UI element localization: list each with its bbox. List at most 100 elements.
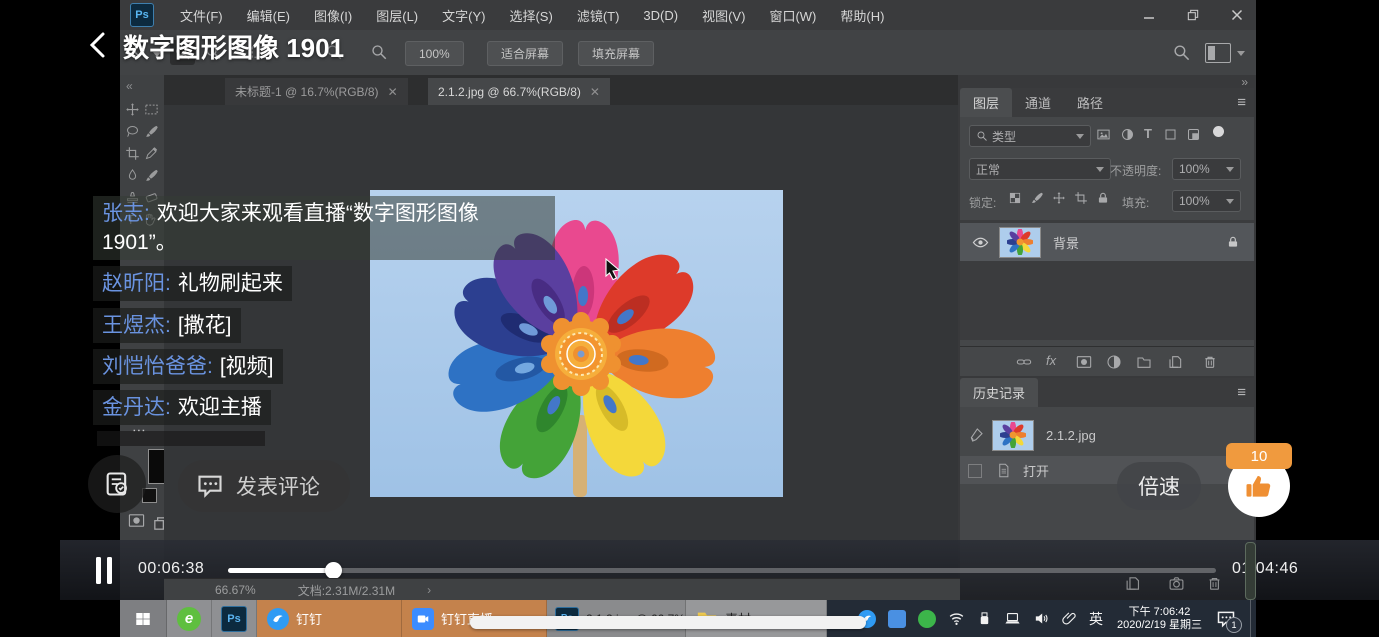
menu-type[interactable]: 文字(Y) [430, 6, 497, 25]
workspace-switcher-icon[interactable] [1205, 43, 1231, 63]
history-snapshot-row[interactable]: 2.1.2.jpg [960, 416, 1254, 454]
blend-mode-dropdown[interactable]: 正常 [969, 158, 1111, 180]
expand-panels-icon[interactable]: » [1241, 75, 1248, 89]
quick-select-tool-icon[interactable] [144, 124, 159, 139]
start-button[interactable] [120, 600, 167, 637]
move-tool-icon[interactable] [125, 102, 140, 117]
quick-mask-icon[interactable] [128, 512, 145, 529]
seek-pill-overlay[interactable] [470, 616, 866, 629]
lock-transparency-icon[interactable] [1008, 191, 1022, 205]
close-button[interactable] [1216, 0, 1258, 29]
back-button[interactable] [86, 31, 110, 59]
chat-username[interactable]: 刘恺怡爸爸: [102, 355, 213, 378]
pause-button[interactable] [94, 557, 114, 584]
heal-tool-icon[interactable] [125, 168, 140, 183]
filter-shape-layers-icon[interactable] [1163, 127, 1178, 142]
speed-button[interactable]: 倍速 [1117, 462, 1201, 510]
workspace-caret-icon[interactable] [1237, 51, 1245, 56]
status-zoom-level[interactable]: 66.67% [215, 583, 256, 597]
status-expand-icon[interactable]: › [427, 583, 431, 597]
computer-icon[interactable] [1004, 610, 1021, 627]
chat-username[interactable]: 赵昕阳: [102, 272, 171, 295]
menu-edit[interactable]: 编辑(E) [235, 6, 302, 25]
chat-username[interactable]: 王煜杰: [102, 314, 171, 337]
menu-filter[interactable]: 滤镜(T) [565, 6, 632, 25]
input-language-indicator[interactable]: 英 [1089, 609, 1103, 629]
lock-position-icon[interactable] [1052, 191, 1066, 205]
history-snapshot-thumbnail[interactable] [992, 420, 1034, 451]
tab-212jpg[interactable]: 2.1.2.jpg @ 66.7%(RGB/8) ✕ [428, 78, 610, 105]
filter-pixel-layers-icon[interactable] [1096, 127, 1111, 142]
menu-help[interactable]: 帮助(H) [828, 6, 896, 25]
menu-view[interactable]: 视图(V) [690, 6, 757, 25]
link-icon[interactable] [1062, 611, 1077, 626]
menu-3d[interactable]: 3D(D) [631, 8, 690, 23]
new-doc-from-state-icon[interactable] [1125, 575, 1142, 592]
menu-window[interactable]: 窗口(W) [757, 6, 828, 25]
new-layer-icon[interactable] [1168, 354, 1184, 370]
progress-track[interactable] [228, 568, 1216, 573]
scrubby-zoom-icon[interactable] [370, 43, 388, 61]
menu-layer[interactable]: 图层(L) [364, 6, 430, 25]
lock-artboard-icon[interactable] [1074, 191, 1088, 205]
comment-button[interactable]: 发表评论 [178, 460, 350, 512]
tab-untitled[interactable]: 未标题-1 @ 16.7%(RGB/8) ✕ [225, 78, 408, 105]
filter-type-layers-icon[interactable]: T [1144, 126, 1152, 141]
tab-channels[interactable]: 通道 [1012, 88, 1064, 117]
tab-close-icon[interactable]: ✕ [388, 85, 398, 99]
panel-scrollbar[interactable] [1245, 542, 1256, 600]
fill-dropdown[interactable]: 100% [1172, 190, 1241, 212]
tray-app-icon[interactable] [888, 610, 906, 628]
delete-layer-icon[interactable] [1202, 354, 1218, 370]
opacity-dropdown[interactable]: 100% [1172, 158, 1241, 180]
tray-security-icon[interactable] [918, 610, 936, 628]
tab-history[interactable]: 历史记录 [960, 378, 1038, 407]
delete-state-icon[interactable] [1206, 575, 1223, 592]
filter-smart-objects-icon[interactable] [1186, 127, 1201, 142]
history-menu-icon[interactable]: ≡ [1237, 384, 1246, 401]
new-snapshot-camera-icon[interactable] [1168, 575, 1185, 592]
tab-paths[interactable]: 路径 [1064, 88, 1116, 117]
show-desktop-sliver[interactable] [1250, 600, 1256, 637]
filter-pin-toggle[interactable] [1213, 126, 1224, 137]
search-icon[interactable] [1172, 43, 1191, 62]
brush-tool-icon[interactable] [144, 168, 159, 183]
filter-adjustment-layers-icon[interactable] [1120, 127, 1135, 142]
chat-username[interactable]: 张志: [102, 202, 150, 225]
restore-button[interactable] [1172, 0, 1214, 29]
taskbar-photoshop[interactable]: Ps [212, 600, 257, 637]
minimize-button[interactable] [1128, 0, 1170, 29]
layer-mask-icon[interactable] [1076, 354, 1092, 370]
taskbar-dingtalk[interactable]: 钉钉 [257, 600, 402, 637]
menu-select[interactable]: 选择(S) [497, 6, 564, 25]
layer-group-icon[interactable] [1136, 354, 1152, 370]
tab-close-icon[interactable]: ✕ [590, 85, 600, 99]
layer-filter-dropdown[interactable]: 类型 [969, 125, 1091, 147]
lock-pixels-icon[interactable] [1030, 191, 1044, 205]
marquee-tool-icon[interactable] [144, 102, 159, 117]
history-step-open[interactable]: 打开 [960, 456, 1254, 484]
notification-center-icon[interactable]: 1 [1216, 609, 1236, 629]
eyedropper-tool-icon[interactable] [144, 146, 159, 161]
fill-screen-button[interactable]: 填充屏幕 [578, 41, 654, 66]
taskbar-clock[interactable]: 下午 7:06:42 2020/2/19 星期三 [1117, 606, 1202, 632]
lock-all-icon[interactable] [1096, 191, 1110, 205]
layer-row-background[interactable]: 背景 [960, 223, 1254, 261]
adjustment-layer-icon[interactable] [1106, 354, 1122, 370]
panel-menu-icon[interactable]: ≡ [1237, 94, 1246, 111]
layer-effects-icon[interactable]: fx [1046, 353, 1056, 368]
fit-screen-button[interactable]: 适合屏幕 [487, 41, 563, 66]
history-source-checkbox[interactable] [968, 464, 982, 478]
zoom-100-button[interactable]: 100% [405, 41, 464, 66]
notes-button[interactable] [88, 455, 146, 513]
collapse-toolbar-icon[interactable]: « [120, 75, 164, 95]
crop-tool-icon[interactable] [125, 146, 140, 161]
link-layers-icon[interactable] [1016, 354, 1032, 370]
tab-layers[interactable]: 图层 [960, 88, 1012, 117]
menu-file[interactable]: 文件(F) [168, 6, 235, 25]
taskbar-browser[interactable]: e [167, 600, 212, 637]
usb-icon[interactable] [977, 611, 992, 626]
wifi-icon[interactable] [948, 610, 965, 627]
menu-image[interactable]: 图像(I) [302, 6, 364, 25]
layer-thumbnail[interactable] [999, 227, 1041, 258]
